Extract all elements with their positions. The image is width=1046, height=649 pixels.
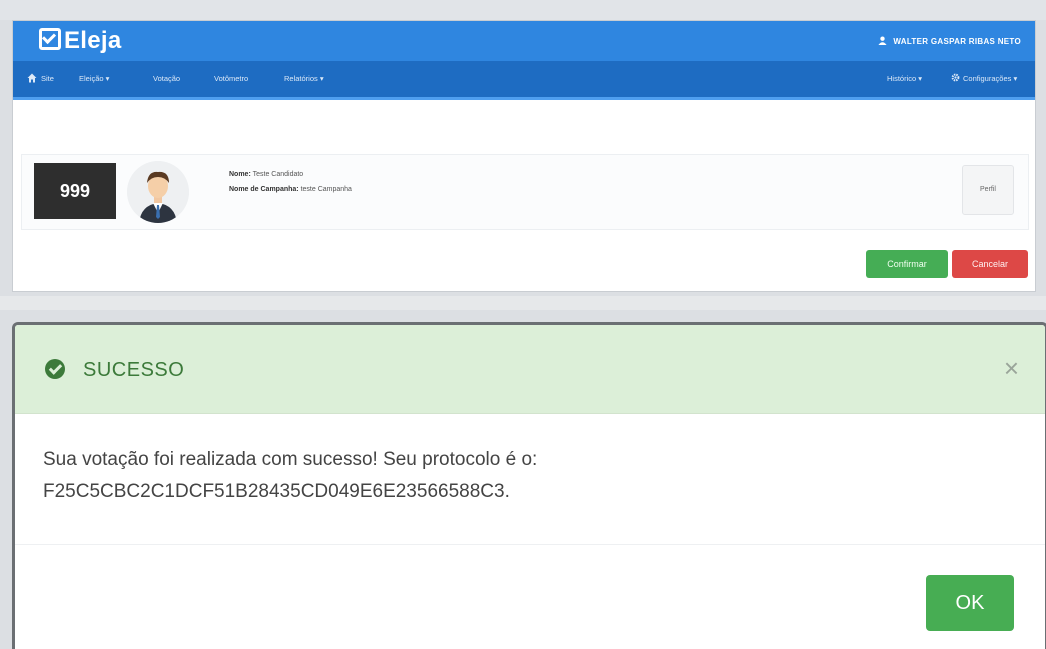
nav-eleicao[interactable]: Eleição ▾ — [79, 74, 109, 83]
modal-title: SUCESSO — [45, 358, 185, 382]
modal-header: SUCESSO × — [15, 325, 1045, 414]
candidate-number: 999 — [34, 163, 116, 219]
confirm-button[interactable]: Confirmar — [866, 250, 948, 278]
message-line-1: Sua votação foi realizada com sucesso! S… — [43, 449, 538, 470]
cancel-button[interactable]: Cancelar — [952, 250, 1028, 278]
page-content: 999 Nome: Teste Candidato Nome de Campan… — [13, 100, 1035, 290]
candidate-card: 999 Nome: Teste Candidato Nome de Campan… — [21, 154, 1029, 230]
brand-bar: Eleja WALTER GASPAR RIBAS NETO — [13, 21, 1035, 61]
protocol-code: F25C5CBC2C1DCF51B28435CD049E6E23566588C3… — [43, 481, 510, 502]
nav-historico[interactable]: Histórico ▾ — [887, 74, 922, 83]
profile-button[interactable]: Perfil — [962, 165, 1014, 215]
candidate-avatar — [127, 161, 189, 223]
person-avatar-icon — [127, 161, 189, 223]
voting-page: Eleja WALTER GASPAR RIBAS NETO Site Elei… — [12, 20, 1036, 292]
name-value: Teste Candidato — [252, 171, 304, 178]
modal-title-text: SUCESSO — [83, 359, 185, 381]
user-menu[interactable]: WALTER GASPAR RIBAS NETO — [878, 35, 1021, 46]
ok-button[interactable]: OK — [926, 575, 1014, 631]
nav-votacao[interactable]: Votação — [153, 74, 180, 83]
modal-body: Sua votação foi realizada com sucesso! S… — [15, 414, 1045, 544]
user-icon — [878, 36, 887, 45]
home-icon[interactable] — [27, 73, 37, 83]
check-circle-icon — [45, 358, 65, 379]
nav-relatorios[interactable]: Relatórios ▾ — [284, 74, 324, 83]
name-label: Nome: — [229, 171, 251, 178]
user-name: WALTER GASPAR RIBAS NETO — [893, 37, 1021, 46]
nav-configuracoes[interactable]: Configurações ▾ — [963, 74, 1017, 83]
brand-name: Eleja — [64, 27, 122, 54]
brand-logo[interactable]: Eleja — [39, 27, 122, 55]
campaign-label: Nome de Campanha: — [229, 186, 299, 193]
candidate-info: Nome: Teste Candidato Nome de Campanha: … — [229, 167, 352, 197]
close-icon[interactable]: × — [1004, 355, 1019, 381]
gear-icon — [951, 73, 960, 82]
nav-votometro[interactable]: Votômetro — [214, 74, 248, 83]
window-top-strip — [0, 0, 1046, 20]
divider — [0, 296, 1046, 310]
main-navbar: Site Eleição ▾ Votação Votômetro Relatór… — [13, 61, 1035, 100]
checkbox-logo-icon — [39, 27, 61, 50]
nav-site[interactable]: Site — [41, 74, 54, 83]
campaign-value: teste Campanha — [300, 186, 352, 193]
success-modal: SUCESSO × Sua votação foi realizada com … — [12, 322, 1046, 649]
modal-footer: OK — [15, 544, 1045, 649]
success-message: Sua votação foi realizada com sucesso! S… — [43, 444, 537, 508]
